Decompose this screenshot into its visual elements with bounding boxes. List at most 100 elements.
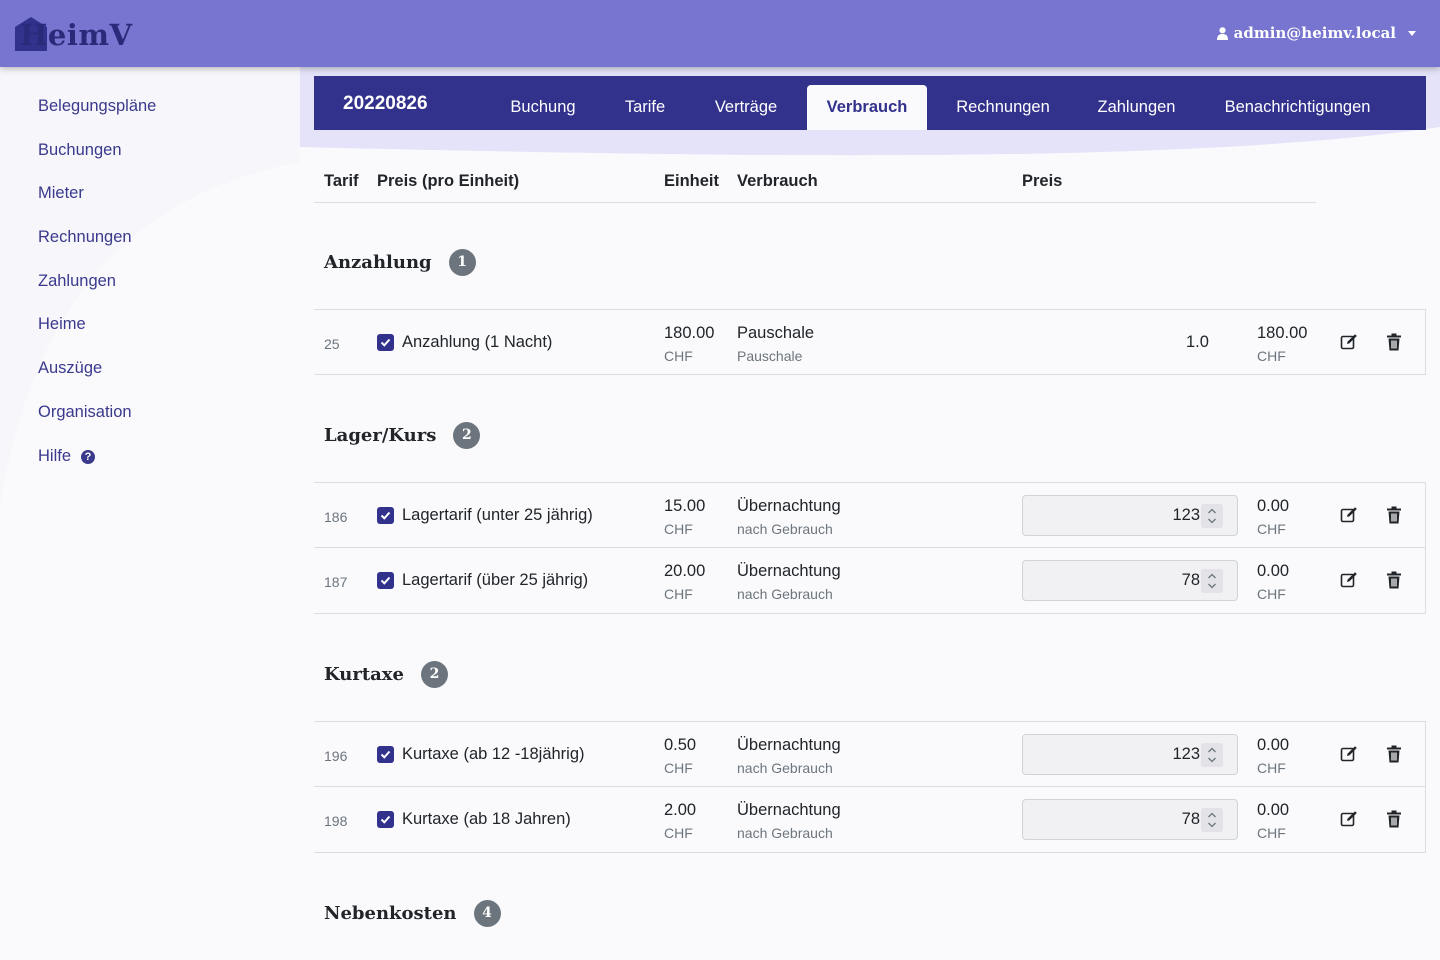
- tarif-id: 198: [324, 813, 348, 829]
- sidebar-item-heime[interactable]: Heime: [38, 315, 156, 359]
- usage-quantity: 1.0: [1186, 333, 1209, 351]
- sidebar-item-belegungspläne[interactable]: Belegungspläne: [38, 97, 156, 141]
- user-icon: [1216, 26, 1228, 40]
- sidebar-item-zahlungen[interactable]: Zahlungen: [38, 272, 156, 316]
- line-total-currency: CHF: [1257, 760, 1286, 776]
- booking-tabbar: 20220826 Buchung Tarife Verträge Verbrauch R…: [314, 76, 1426, 130]
- spinner-arrows-icon[interactable]: [1201, 743, 1223, 767]
- unit-price-value: 180.00: [664, 324, 715, 342]
- line-total-currency: CHF: [1257, 825, 1286, 841]
- tab-verträge[interactable]: Verträge: [699, 85, 793, 130]
- line-total-value: 0.00: [1257, 801, 1290, 819]
- tarif-name: Kurtaxe (ab 18 Jahren): [402, 810, 571, 828]
- unit-price: 0.50 CHF: [664, 734, 696, 780]
- unit-price: 20.00 CHF: [664, 560, 705, 606]
- line-total: 0.00 CHF: [1257, 799, 1289, 845]
- heimv-logo[interactable]: HeimV: [14, 16, 144, 56]
- spinner-arrows-icon[interactable]: [1201, 808, 1223, 832]
- trash-icon[interactable]: [1387, 745, 1401, 763]
- tab-buchung[interactable]: Buchung: [495, 85, 591, 130]
- tab-rechnungen[interactable]: Rechnungen: [942, 85, 1064, 130]
- table-row: 187 Lagertarif (über 25 jährig) 20.00 CHF Üb…: [314, 548, 1426, 614]
- unit-price: 180.00 CHF: [664, 322, 714, 368]
- unit-price-value: 2.00: [664, 801, 697, 819]
- edit-icon[interactable]: [1340, 745, 1358, 763]
- row-checkbox[interactable]: [377, 746, 394, 763]
- sidebar-item-label: Hilfe: [38, 446, 72, 465]
- sidebar-item-hilfe[interactable]: Hilfe?: [38, 447, 156, 491]
- sidebar-item-mieter[interactable]: Mieter: [38, 184, 156, 228]
- usage-quantity-input[interactable]: 78: [1022, 799, 1238, 840]
- col-header-tarif: Tarif: [324, 172, 359, 190]
- sidebar-item-rechnungen[interactable]: Rechnungen: [38, 228, 156, 272]
- edit-icon[interactable]: [1340, 333, 1358, 351]
- tab-verbrauch[interactable]: Verbrauch: [807, 85, 927, 130]
- row-checkbox[interactable]: [377, 572, 394, 589]
- count-badge: 1: [448, 249, 476, 276]
- question-circle-icon: ?: [81, 449, 96, 464]
- group-name: Anzahlung: [324, 252, 432, 273]
- spinner-arrows-icon[interactable]: [1201, 569, 1223, 593]
- col-header-preis-einheit: Preis (pro Einheit): [377, 172, 520, 190]
- group-title: Anzahlung 1: [324, 249, 476, 276]
- sidebar-item-label: Mieter: [38, 184, 84, 203]
- group-name: Kurtaxe: [324, 664, 404, 685]
- edit-icon[interactable]: [1340, 571, 1358, 589]
- sidebar-item-organisation[interactable]: Organisation: [38, 403, 156, 447]
- unit-name: Übernachtung: [737, 562, 841, 580]
- tab-label: Benachrichtigungen: [1224, 98, 1371, 116]
- tab-zahlungen[interactable]: Zahlungen: [1083, 85, 1190, 130]
- trash-icon[interactable]: [1387, 333, 1401, 351]
- unit-price-currency: CHF: [664, 521, 693, 537]
- usage-quantity-value: 123: [1172, 745, 1200, 763]
- line-total-currency: CHF: [1257, 586, 1286, 602]
- line-total-value: 0.00: [1257, 736, 1290, 754]
- user-menu-dropdown[interactable]: admin@heimv.local: [1216, 24, 1416, 42]
- usage-quantity-value: 78: [1181, 571, 1200, 589]
- unit-price-value: 15.00: [664, 497, 706, 515]
- unit-price-currency: CHF: [664, 586, 693, 602]
- sidebar-item-label: Rechnungen: [38, 228, 132, 247]
- line-total: 0.00 CHF: [1257, 560, 1289, 606]
- line-total: 180.00 CHF: [1257, 322, 1307, 368]
- line-total: 0.00 CHF: [1257, 495, 1289, 541]
- spinner-arrows-icon[interactable]: [1201, 504, 1223, 528]
- tab-benachrichtigungen[interactable]: Benachrichtigungen: [1211, 85, 1384, 130]
- tarif-name: Lagertarif (unter 25 jährig): [402, 506, 593, 524]
- tarif-id: 187: [324, 574, 348, 590]
- trash-icon[interactable]: [1387, 810, 1401, 828]
- sidebar-item-buchungen[interactable]: Buchungen: [38, 141, 156, 185]
- tab-label: Zahlungen: [1097, 98, 1176, 116]
- row-checkbox[interactable]: [377, 811, 394, 828]
- tarif-name: Lagertarif (über 25 jährig): [402, 571, 589, 589]
- line-total-currency: CHF: [1257, 348, 1286, 364]
- trash-icon[interactable]: [1387, 506, 1401, 524]
- booking-reference: 20220826: [343, 93, 428, 114]
- trash-icon[interactable]: [1387, 571, 1401, 589]
- sidebar-item-label: Belegungspläne: [38, 97, 157, 115]
- edit-icon[interactable]: [1340, 506, 1358, 524]
- row-checkbox[interactable]: [377, 507, 394, 524]
- count-badge: 2: [453, 422, 481, 449]
- table-row: 25 Anzahlung (1 Nacht) 180.00 CHF Pauschale P…: [314, 309, 1426, 375]
- tab-label: Rechnungen: [956, 98, 1050, 116]
- tab-tarife[interactable]: Tarife: [612, 85, 678, 130]
- unit: Übernachtung nach Gebrauch: [737, 734, 841, 780]
- unit-price: 15.00 CHF: [664, 495, 705, 541]
- edit-icon[interactable]: [1340, 810, 1358, 828]
- count-badge: 2: [420, 661, 448, 688]
- sidebar-item-label: Zahlungen: [38, 271, 116, 290]
- unit-type: nach Gebrauch: [737, 586, 833, 602]
- unit-type: Pauschale: [737, 348, 803, 364]
- usage-quantity-input[interactable]: 123: [1022, 734, 1238, 775]
- tarif-name: Anzahlung (1 Nacht): [402, 333, 553, 351]
- unit-price: 2.00 CHF: [664, 799, 696, 845]
- sidebar-item-auszüge[interactable]: Auszüge: [38, 359, 156, 403]
- row-checkbox[interactable]: [377, 334, 394, 351]
- unit: Übernachtung nach Gebrauch: [737, 495, 841, 541]
- usage-quantity-input[interactable]: 123: [1022, 495, 1238, 536]
- usage-quantity-input[interactable]: 78: [1022, 560, 1238, 601]
- tarif-id: 25: [324, 336, 340, 352]
- tab-label: Tarife: [624, 98, 666, 116]
- unit-name: Übernachtung: [737, 497, 841, 515]
